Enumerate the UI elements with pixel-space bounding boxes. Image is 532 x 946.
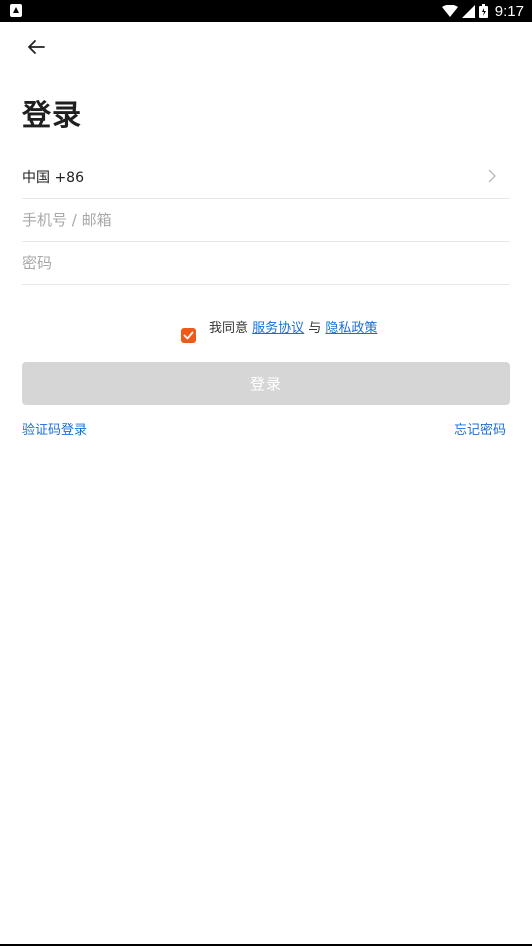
service-agreement-link[interactable]: 服务协议 bbox=[252, 321, 304, 336]
country-code-label: 中国 +86 bbox=[22, 169, 84, 186]
checkmark-icon bbox=[183, 331, 194, 340]
agreement-prefix: 我同意 bbox=[209, 321, 253, 336]
phone-email-row bbox=[22, 198, 510, 242]
status-bar: 9:17 bbox=[0, 0, 532, 22]
back-button[interactable] bbox=[22, 34, 50, 60]
app-notification-icon bbox=[10, 4, 22, 17]
status-icons: 9:17 bbox=[441, 0, 524, 22]
page-title: 登录 bbox=[22, 98, 83, 132]
login-screen: 9:17 登录 中国 +86 我同意 服务协议 与 隐私政策 登录 验证码登录 … bbox=[0, 0, 532, 946]
phone-email-input[interactable] bbox=[22, 198, 510, 241]
signal-icon bbox=[461, 4, 475, 18]
status-time: 9:17 bbox=[494, 2, 524, 20]
login-button[interactable]: 登录 bbox=[22, 362, 510, 405]
privacy-policy-link[interactable]: 隐私政策 bbox=[325, 321, 377, 336]
country-code-selector[interactable]: 中国 +86 bbox=[22, 155, 510, 199]
agreement-connector: 与 bbox=[304, 321, 326, 336]
chevron-right-icon bbox=[488, 169, 496, 183]
arrow-left-icon bbox=[28, 40, 45, 54]
code-login-link[interactable]: 验证码登录 bbox=[22, 419, 87, 438]
forgot-password-link[interactable]: 忘记密码 bbox=[454, 419, 506, 438]
agreement-checkbox[interactable] bbox=[181, 328, 196, 343]
battery-icon bbox=[478, 4, 488, 18]
password-input[interactable] bbox=[22, 241, 510, 284]
agreement-text: 我同意 服务协议 与 隐私政策 bbox=[209, 321, 381, 337]
password-row bbox=[22, 241, 510, 285]
wifi-icon bbox=[441, 4, 458, 17]
